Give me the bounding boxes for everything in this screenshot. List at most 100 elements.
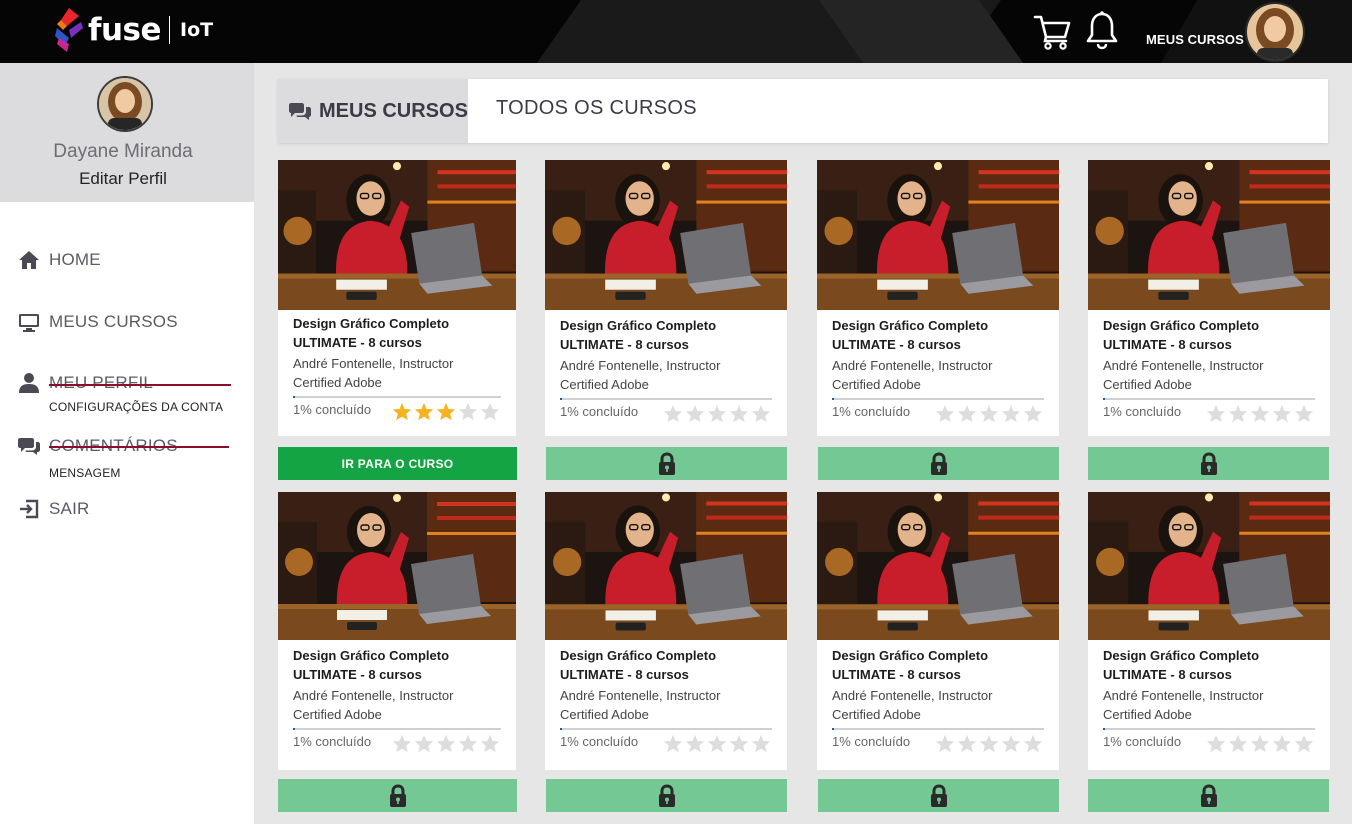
star-icon[interactable] — [751, 404, 773, 424]
star-icon[interactable] — [392, 734, 414, 754]
course-card[interactable]: Design Gráfico Completo ULTIMATE - 8 cur… — [817, 160, 1059, 436]
logo[interactable]: fuse IoT — [55, 2, 213, 58]
sidebar-item-my-courses[interactable]: MEUS CURSOS — [18, 311, 178, 333]
star-icon[interactable] — [1294, 404, 1316, 424]
course-thumbnail[interactable] — [1088, 492, 1330, 640]
course-thumbnail[interactable] — [545, 160, 787, 310]
star-icon[interactable] — [1272, 404, 1294, 424]
course-card[interactable]: Design Gráfico Completo ULTIMATE - 8 cur… — [1088, 492, 1330, 770]
profile-name: Dayane Miranda — [53, 141, 193, 162]
avatar[interactable] — [97, 76, 153, 132]
rating-stars[interactable] — [392, 734, 502, 754]
rating-stars[interactable] — [663, 734, 773, 754]
rating-stars[interactable] — [1206, 734, 1316, 754]
star-icon[interactable] — [436, 402, 458, 422]
locked-course-button[interactable] — [546, 779, 787, 812]
star-icon[interactable] — [1206, 734, 1228, 754]
bell-icon[interactable] — [1085, 10, 1119, 50]
course-card[interactable]: Design Gráfico Completo ULTIMATE - 8 cur… — [545, 160, 787, 436]
course-card[interactable]: Design Gráfico Completo ULTIMATE - 8 cur… — [278, 160, 516, 436]
course-title[interactable]: Design Gráfico Completo — [832, 646, 988, 665]
star-icon[interactable] — [751, 734, 773, 754]
star-icon[interactable] — [729, 404, 751, 424]
star-icon[interactable] — [458, 734, 480, 754]
locked-course-button[interactable] — [278, 779, 517, 812]
locked-course-button[interactable] — [818, 447, 1059, 480]
star-icon[interactable] — [458, 402, 480, 422]
go-to-course-button[interactable]: IR PARA O CURSO — [278, 447, 517, 480]
my-courses-link[interactable]: MEUS CURSOS — [1146, 32, 1244, 47]
rating-stars[interactable] — [935, 404, 1045, 424]
star-icon[interactable] — [1023, 734, 1045, 754]
rating-stars[interactable] — [1206, 404, 1316, 424]
course-card[interactable]: Design Gráfico Completo ULTIMATE - 8 cur… — [278, 492, 516, 770]
logo-text: fuse — [88, 12, 162, 48]
rating-stars[interactable] — [663, 404, 773, 424]
course-card[interactable]: Design Gráfico Completo ULTIMATE - 8 cur… — [817, 492, 1059, 770]
star-icon[interactable] — [957, 734, 979, 754]
course-card[interactable]: Design Gráfico Completo ULTIMATE - 8 cur… — [545, 492, 787, 770]
tab-all-courses[interactable]: TODOS OS CURSOS — [496, 97, 697, 120]
star-icon[interactable] — [707, 404, 729, 424]
edit-profile-link[interactable]: Editar Perfil — [0, 169, 246, 189]
locked-course-button[interactable] — [546, 447, 787, 480]
star-icon[interactable] — [414, 402, 436, 422]
course-instructor-cert: Certified Adobe — [1103, 707, 1192, 722]
course-subtitle: ULTIMATE - 8 cursos — [1103, 667, 1232, 682]
star-icon[interactable] — [957, 404, 979, 424]
logout-icon — [20, 499, 39, 519]
course-thumbnail[interactable] — [817, 160, 1059, 310]
star-icon[interactable] — [1228, 734, 1250, 754]
star-icon[interactable] — [1228, 404, 1250, 424]
star-icon[interactable] — [685, 734, 707, 754]
star-icon[interactable] — [1272, 734, 1294, 754]
locked-course-button[interactable] — [1088, 779, 1329, 812]
course-title[interactable]: Design Gráfico Completo — [1103, 646, 1259, 665]
rating-stars[interactable] — [392, 402, 502, 422]
star-icon[interactable] — [935, 734, 957, 754]
cart-icon[interactable] — [1033, 12, 1071, 50]
sidebar-item-home[interactable]: HOME — [18, 249, 101, 271]
star-icon[interactable] — [979, 404, 1001, 424]
course-title[interactable]: Design Gráfico Completo — [293, 314, 449, 333]
star-icon[interactable] — [1023, 404, 1045, 424]
sidebar-item-logout[interactable]: SAIR — [18, 498, 89, 520]
course-thumbnail[interactable] — [1088, 160, 1330, 310]
course-thumbnail[interactable] — [817, 492, 1059, 640]
star-icon[interactable] — [1001, 734, 1023, 754]
star-icon[interactable] — [414, 734, 436, 754]
star-icon[interactable] — [979, 734, 1001, 754]
star-icon[interactable] — [1250, 734, 1272, 754]
sidebar-sub-label[interactable]: MENSAGEM — [49, 466, 121, 480]
sidebar-item-my-profile[interactable]: MEU PERFIL — [18, 372, 153, 394]
course-thumbnail[interactable] — [278, 160, 516, 310]
rating-stars[interactable] — [935, 734, 1045, 754]
locked-course-button[interactable] — [1088, 447, 1329, 480]
star-icon[interactable] — [729, 734, 751, 754]
star-icon[interactable] — [1001, 404, 1023, 424]
course-thumbnail[interactable] — [545, 492, 787, 640]
star-icon[interactable] — [1294, 734, 1316, 754]
star-icon[interactable] — [480, 734, 502, 754]
star-icon[interactable] — [436, 734, 458, 754]
tab-my-courses[interactable]: MEUS CURSOS — [278, 79, 468, 143]
course-title[interactable]: Design Gráfico Completo — [560, 646, 716, 665]
course-title[interactable]: Design Gráfico Completo — [560, 316, 716, 335]
star-icon[interactable] — [1250, 404, 1272, 424]
star-icon[interactable] — [685, 404, 707, 424]
star-icon[interactable] — [663, 404, 685, 424]
star-icon[interactable] — [663, 734, 685, 754]
star-icon[interactable] — [707, 734, 729, 754]
course-thumbnail[interactable] — [278, 492, 516, 640]
avatar[interactable] — [1245, 2, 1305, 62]
locked-course-button[interactable] — [818, 779, 1059, 812]
sidebar-sub-label[interactable]: CONFIGURAÇÕES DA CONTA — [49, 400, 223, 414]
course-title[interactable]: Design Gráfico Completo — [832, 316, 988, 335]
course-title[interactable]: Design Gráfico Completo — [293, 646, 449, 665]
star-icon[interactable] — [392, 402, 414, 422]
course-title[interactable]: Design Gráfico Completo — [1103, 316, 1259, 335]
star-icon[interactable] — [480, 402, 502, 422]
course-card[interactable]: Design Gráfico Completo ULTIMATE - 8 cur… — [1088, 160, 1330, 436]
star-icon[interactable] — [935, 404, 957, 424]
star-icon[interactable] — [1206, 404, 1228, 424]
